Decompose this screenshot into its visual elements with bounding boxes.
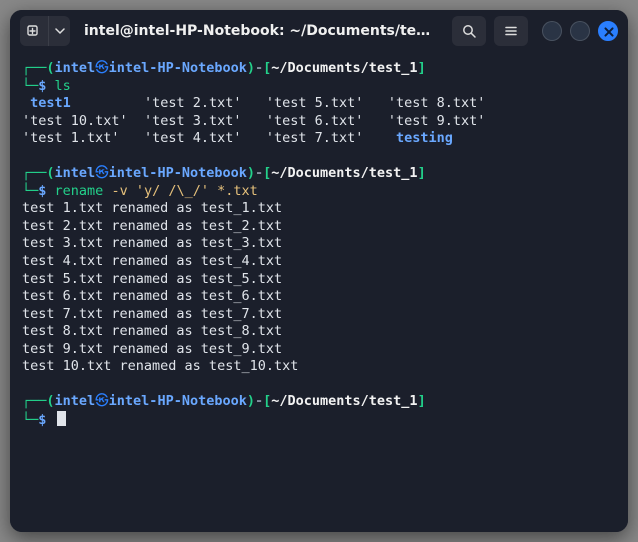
chevron-down-icon	[55, 26, 65, 36]
output-line: test 10.txt renamed as test_10.txt	[22, 358, 616, 376]
new-tab-button[interactable]	[20, 16, 48, 46]
prompt-line-bot: └─$ rename -v 'y/ /\_/' *.txt	[22, 183, 616, 201]
prompt-line-top: ┌──(intel㉿intel-HP-Notebook)-[~/Document…	[22, 60, 616, 78]
terminal-body[interactable]: ┌──(intel㉿intel-HP-Notebook)-[~/Document…	[10, 52, 628, 532]
output-line: test 7.txt renamed as test_7.txt	[22, 306, 616, 324]
new-tab-menu-button[interactable]	[48, 16, 70, 46]
blank-line	[22, 376, 616, 394]
output-line: test 8.txt renamed as test_8.txt	[22, 323, 616, 341]
output-line: 'test 10.txt' 'test 3.txt' 'test 6.txt' …	[22, 113, 616, 131]
search-icon	[461, 23, 477, 39]
cursor	[57, 411, 66, 426]
output-line: test 6.txt renamed as test_6.txt	[22, 288, 616, 306]
prompt-line-top: ┌──(intel㉿intel-HP-Notebook)-[~/Document…	[22, 165, 616, 183]
output-line: test 4.txt renamed as test_4.txt	[22, 253, 616, 271]
prompt-line-bot: └─$	[22, 411, 616, 430]
search-button[interactable]	[452, 16, 486, 46]
output-line: test1 'test 2.txt' 'test 5.txt' 'test 8.…	[22, 95, 616, 113]
terminal-window: intel@intel-HP-Notebook: ~/Documents/tes…	[10, 10, 628, 532]
new-tab-group	[20, 16, 70, 46]
output-line: test 9.txt renamed as test_9.txt	[22, 341, 616, 359]
close-button[interactable]	[598, 21, 618, 41]
output-line: test 3.txt renamed as test_3.txt	[22, 235, 616, 253]
prompt-line-top: ┌──(intel㉿intel-HP-Notebook)-[~/Document…	[22, 393, 616, 411]
blank-line	[22, 148, 616, 166]
output-line: 'test 1.txt' 'test 4.txt' 'test 7.txt' t…	[22, 130, 616, 148]
hamburger-icon	[503, 23, 519, 39]
output-line: test 1.txt renamed as test_1.txt	[22, 200, 616, 218]
menu-button[interactable]	[494, 16, 528, 46]
new-tab-icon	[26, 23, 42, 39]
window-controls	[542, 21, 618, 41]
output-line: test 2.txt renamed as test_2.txt	[22, 218, 616, 236]
window-title: intel@intel-HP-Notebook: ~/Documents/tes…	[78, 22, 444, 40]
titlebar: intel@intel-HP-Notebook: ~/Documents/tes…	[10, 10, 628, 52]
maximize-button[interactable]	[570, 21, 590, 41]
output-line: test 5.txt renamed as test_5.txt	[22, 271, 616, 289]
prompt-line-bot: └─$ ls	[22, 78, 616, 96]
minimize-button[interactable]	[542, 21, 562, 41]
